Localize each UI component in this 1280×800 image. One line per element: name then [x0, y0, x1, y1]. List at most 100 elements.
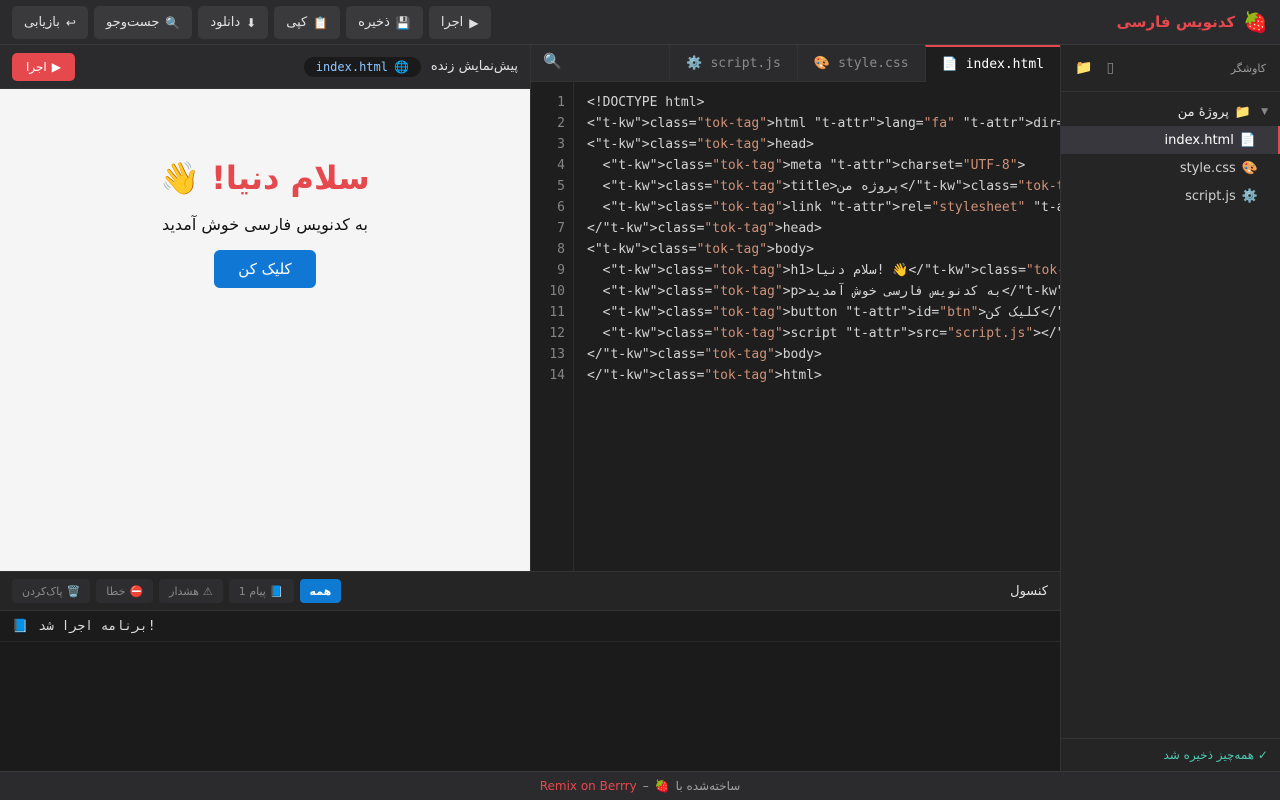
globe-icon: 🌐 — [393, 59, 409, 74]
code-line[interactable]: </"t-kw">class="tok-tag">html> — [587, 365, 1060, 386]
js-file-icon: ⚙️ — [1241, 188, 1258, 204]
html-file-icon: 📄 — [1239, 132, 1256, 148]
code-line[interactable]: <"t-kw">class="tok-tag">h1>سلام دنیا! 👋<… — [587, 260, 1060, 281]
find-in-file-icon[interactable]: 🔍 — [543, 52, 562, 70]
save-label: ذخیره — [358, 15, 390, 30]
download-label: دانلود — [210, 15, 241, 30]
code-line[interactable]: <"t-kw">class="tok-tag">head> — [587, 134, 1060, 155]
floppy-disk-icon: 💾 — [395, 15, 411, 30]
code-line[interactable]: <"t-kw">class="tok-tag">title>پروژه من</… — [587, 176, 1060, 197]
explorer-actions: 📁 ▯ — [1075, 60, 1114, 76]
copy-label: کپی — [286, 15, 308, 30]
css-file-icon: 🎨 — [813, 56, 831, 71]
folder-icon: 📁 — [1234, 104, 1252, 120]
code-line[interactable]: </"t-kw">class="tok-tag">head> — [587, 218, 1060, 239]
code-line[interactable]: <"t-kw">class="tok-tag">meta "t-attr">ch… — [587, 155, 1060, 176]
clear-console-button[interactable]: 🗑️ پاک‌کردن — [12, 579, 91, 603]
code-line[interactable]: <"t-kw">class="tok-tag">script "t-attr">… — [587, 323, 1060, 344]
css-file-icon: 🎨 — [1241, 160, 1258, 176]
tab-label: script.js — [710, 56, 781, 71]
console-message: برنامه اجرا شد! — [38, 618, 156, 634]
preview-header-info: پیش‌نمایش زنده 🌐 index.html — [303, 56, 518, 77]
error-icon: ⛔ — [129, 584, 144, 598]
reset-label: بازیابی — [24, 15, 60, 30]
code-line[interactable]: <!DOCTYPE html> — [587, 92, 1060, 113]
undo-icon: ↩ — [65, 15, 76, 30]
code-line[interactable]: <"t-kw">class="tok-tag">p>به کدنویس فارس… — [587, 281, 1060, 302]
preview-title: پیش‌نمایش زنده — [430, 59, 518, 74]
saved-status: ✓ همه‌چیز ذخیره شد — [1061, 738, 1280, 771]
run-label: اجرا — [440, 15, 464, 30]
app-brand: 🍓 کدنویس فارسی — [1117, 8, 1268, 36]
remix-link[interactable]: Remix on Berrry — [540, 779, 637, 793]
messages-label: پیام 1 — [238, 584, 266, 598]
clear-label: پاک‌کردن — [22, 584, 63, 598]
preview-file-name: index.html — [315, 59, 388, 74]
line-number: 5 — [557, 179, 565, 194]
file-name: style.css — [1179, 160, 1236, 176]
file-name: script.js — [1185, 188, 1236, 204]
search-button[interactable]: 🔍 جست‌وجو — [93, 6, 193, 39]
download-button[interactable]: ⬇ دانلود — [198, 6, 269, 39]
code-line[interactable]: </"t-kw">class="tok-tag">body> — [587, 344, 1060, 365]
preview-run-label: اجرا — [26, 59, 47, 74]
line-number: 4 — [557, 158, 565, 173]
line-number: 11 — [549, 305, 565, 320]
info-icon: 📘 — [269, 584, 284, 598]
tab-index-html[interactable]: 📄 index.html — [924, 45, 1060, 82]
preview-click-button[interactable]: کلیک کن — [214, 250, 316, 288]
code-line[interactable]: <"t-kw">class="tok-tag">body> — [587, 239, 1060, 260]
download-icon: ⬇ — [246, 15, 257, 30]
chevron-down-icon: ▼ — [1261, 107, 1268, 117]
file-explorer: کاوشگر 📁 ▯ ▼ 📁 پروژهٔ من 📄 index.html 🎨 … — [1060, 45, 1280, 771]
search-label: جست‌وجو — [105, 15, 160, 30]
preview-heading: سلام دنیا! 👋 — [160, 159, 370, 197]
tab-label: index.html — [965, 57, 1044, 72]
info-icon: 📘 — [12, 618, 29, 634]
filter-messages[interactable]: 📘 پیام 1 — [228, 579, 294, 603]
project-folder[interactable]: ▼ 📁 پروژهٔ من — [1061, 98, 1280, 126]
search-icon: 🔍 — [165, 15, 181, 30]
trash-icon: 🗑️ — [66, 584, 81, 598]
line-number: 2 — [557, 116, 565, 131]
code-area[interactable]: 1 2 3 4 5 6 7 8 9 10 11 12 13 14 <!DOCTYPE html> <"t-k… — [531, 82, 1060, 571]
folder-name: پروژهٔ من — [1177, 104, 1229, 120]
tab-script-js[interactable]: ⚙️ script.js — [669, 45, 797, 82]
copy-button[interactable]: 📋 کپی — [274, 6, 341, 39]
filter-all[interactable]: همه — [299, 579, 342, 603]
code-line[interactable]: <"t-kw">class="tok-tag">html "t-attr">la… — [587, 113, 1060, 134]
new-file-icon[interactable]: ▯ — [1106, 60, 1114, 76]
preview-run-button[interactable]: ▶ اجرا — [12, 52, 75, 81]
js-file-icon: ⚙️ — [686, 56, 703, 71]
live-preview: پیش‌نمایش زنده 🌐 index.html ▶ اجرا سلام … — [0, 45, 530, 571]
warnings-label: هشدار — [169, 584, 199, 598]
file-item-index-html[interactable]: 📄 index.html — [1061, 126, 1280, 154]
code-line[interactable]: <"t-kw">class="tok-tag">button "t-attr">… — [587, 302, 1060, 323]
filter-errors[interactable]: ⛔ خطا — [96, 579, 154, 603]
warning-icon: ⚠ — [202, 584, 213, 598]
explorer-header: کاوشگر 📁 ▯ — [1061, 45, 1280, 92]
filter-warnings[interactable]: ⚠ هشدار — [159, 579, 223, 603]
editor-tabs: 📄 index.html 🎨 style.css ⚙️ script.js 🔍 — [531, 45, 1060, 82]
tab-style-css[interactable]: 🎨 style.css — [796, 45, 925, 82]
preview-file-badge: 🌐 index.html — [303, 56, 421, 77]
file-item-script-js[interactable]: ⚙️ script.js — [1061, 182, 1280, 210]
code-line[interactable]: <"t-kw">class="tok-tag">link "t-attr">re… — [587, 197, 1060, 218]
toolbar: ↩ بازیابی 🔍 جست‌وجو ⬇ دانلود 📋 کپی 💾 ذخی… — [12, 6, 491, 39]
file-item-style-css[interactable]: 🎨 style.css — [1061, 154, 1280, 182]
line-number: 12 — [549, 326, 565, 341]
console-title: کنسول — [1010, 583, 1048, 599]
preview-content: سلام دنیا! 👋 به کدنویس فارسی خوش آمدید ک… — [0, 89, 530, 288]
strawberry-icon: 🍓 — [654, 779, 670, 793]
line-number: 1 — [557, 95, 565, 110]
new-folder-icon[interactable]: 📁 — [1075, 60, 1092, 76]
status-bar: ساخته‌شده با 🍓 – Remix on Berrry — [0, 771, 1280, 800]
line-number: 9 — [557, 263, 565, 278]
built-with-label: ساخته‌شده با — [675, 779, 741, 793]
save-button[interactable]: 💾 ذخیره — [346, 6, 423, 39]
reset-button[interactable]: ↩ بازیابی — [12, 6, 88, 39]
preview-paragraph: به کدنویس فارسی خوش آمدید — [162, 215, 368, 234]
code-content[interactable]: <!DOCTYPE html> <"t-kw">class="tok-tag">h… — [587, 92, 1060, 386]
run-button[interactable]: ▶ اجرا — [428, 6, 491, 39]
html-file-icon: 📄 — [941, 57, 958, 72]
